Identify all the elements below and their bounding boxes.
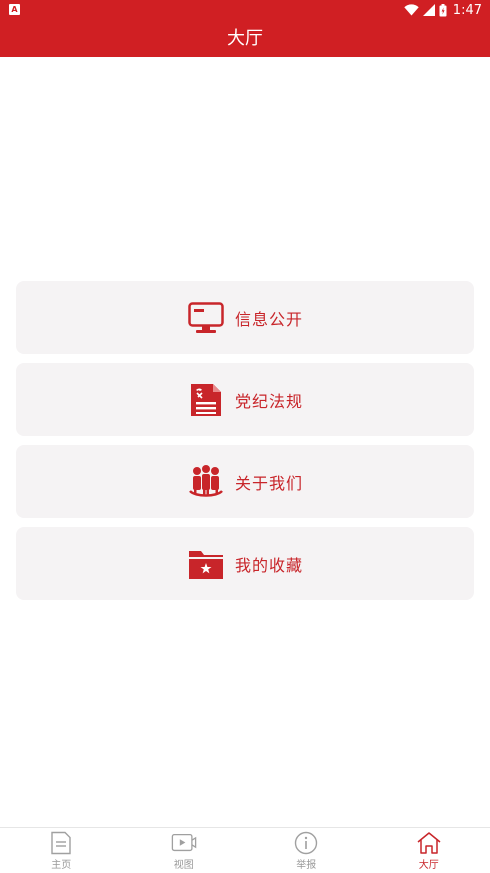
menu-item-info-disclosure[interactable]: 信息公开 — [16, 281, 474, 354]
bottom-tab-bar: 主页 视图 举报 大厅 — [0, 827, 490, 873]
hall-menu: 信息公开 党纪法规 — [16, 281, 474, 609]
tab-label: 主页 — [51, 856, 71, 871]
menu-item-label: 我的收藏 — [235, 552, 303, 576]
star-folder-icon — [187, 545, 225, 583]
info-icon — [293, 831, 319, 855]
wifi-icon — [404, 4, 419, 16]
cellular-signal-icon — [423, 4, 435, 16]
home-icon — [416, 831, 442, 855]
document-icon — [48, 831, 74, 855]
video-icon — [171, 831, 197, 855]
menu-item-party-regulations[interactable]: 党纪法规 — [16, 363, 474, 436]
tab-home[interactable]: 主页 — [0, 828, 123, 873]
menu-item-about-us[interactable]: 关于我们 — [16, 445, 474, 518]
monitor-icon — [187, 299, 225, 337]
title-bar: 大厅 — [0, 20, 490, 57]
notification-icon: A — [9, 4, 20, 15]
menu-item-label: 信息公开 — [235, 306, 303, 330]
status-bar: A 1:47 — [0, 0, 490, 20]
tab-label: 视图 — [174, 856, 194, 871]
menu-item-label: 关于我们 — [235, 470, 303, 494]
party-document-icon — [187, 381, 225, 419]
status-bar-right: 1:47 — [404, 1, 482, 19]
tab-hall[interactable]: 大厅 — [368, 828, 490, 873]
menu-item-label: 党纪法规 — [235, 388, 303, 412]
tab-view[interactable]: 视图 — [123, 828, 246, 873]
people-group-icon — [187, 463, 225, 501]
tab-label: 举报 — [296, 856, 316, 871]
battery-icon — [439, 4, 447, 17]
menu-item-my-favorites[interactable]: 我的收藏 — [16, 527, 474, 600]
status-time: 1:47 — [453, 3, 482, 18]
tab-label: 大厅 — [419, 856, 439, 871]
page-title: 大厅 — [227, 28, 263, 49]
tab-report[interactable]: 举报 — [245, 828, 368, 873]
